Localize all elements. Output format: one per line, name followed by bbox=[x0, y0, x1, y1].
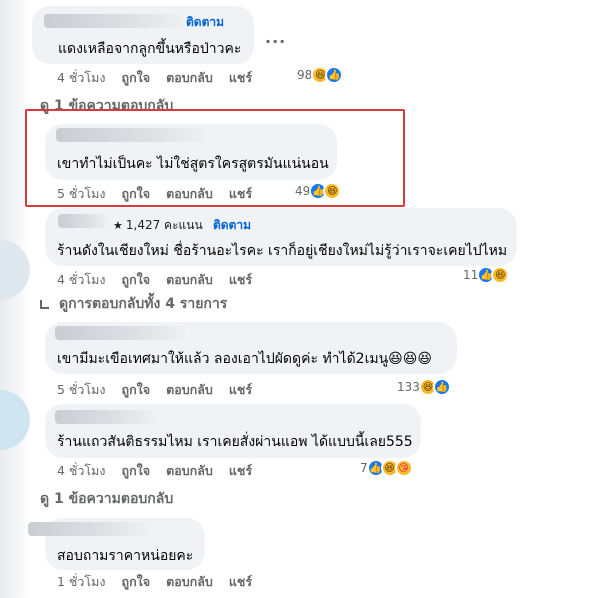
like-button[interactable]: ถูกใจ bbox=[122, 68, 151, 88]
reply-button[interactable]: ตอบกลับ bbox=[166, 380, 213, 400]
care-icon: 😘 bbox=[394, 459, 413, 477]
reaction-count: 133 bbox=[397, 380, 420, 394]
reply-button[interactable]: ตอบกลับ bbox=[166, 270, 213, 290]
author-name-blurred[interactable] bbox=[58, 214, 108, 228]
share-button[interactable]: แชร์ bbox=[229, 572, 252, 592]
comment-time[interactable]: 4 ชั่วโมง bbox=[57, 461, 106, 481]
reactions-summary[interactable]: 7 👍 😆 😘 bbox=[360, 459, 413, 477]
comment-text: เขามีมะเขือเทศมาให้แล้ว ลองเอาไปผัดดูค่ะ… bbox=[57, 351, 432, 367]
more-options-icon[interactable]: ... bbox=[265, 28, 286, 47]
follow-button[interactable]: ติดตาม bbox=[213, 216, 251, 235]
like-button[interactable]: ถูกใจ bbox=[122, 270, 151, 290]
reply-button[interactable]: ตอบกลับ bbox=[166, 461, 213, 481]
reactions-summary[interactable]: 133 😆 👍 bbox=[397, 378, 451, 396]
view-replies-label: ดู 1 ข้อความตอบกลับ bbox=[40, 491, 174, 507]
reaction-count: 98 bbox=[297, 68, 313, 82]
star-icon: ★ bbox=[113, 219, 123, 232]
view-replies-link[interactable]: ดู 1 ข้อความตอบกลับ bbox=[40, 488, 173, 510]
like-button[interactable]: ถูกใจ bbox=[122, 380, 151, 400]
reply-arrow-icon bbox=[40, 299, 49, 309]
like-icon: 👍 bbox=[325, 66, 344, 84]
share-button[interactable]: แชร์ bbox=[229, 461, 252, 481]
like-button[interactable]: ถูกใจ bbox=[122, 572, 151, 592]
reply-button[interactable]: ตอบกลับ bbox=[166, 572, 213, 592]
comment-text: สอบถามราคาหน่อยคะ bbox=[57, 548, 194, 564]
comment-time[interactable]: 4 ชั่วโมง bbox=[57, 68, 106, 88]
comment-time[interactable]: 1 ชั่วโมง bbox=[57, 572, 106, 592]
reply-button[interactable]: ตอบกลับ bbox=[166, 68, 213, 88]
reactions-summary[interactable]: 98 😆 👍 bbox=[297, 66, 344, 84]
blur-spot bbox=[0, 390, 30, 450]
comment-text: ร้านแถวสันติธรรมไหม เราเคยสั่งผ่านแอพ ได… bbox=[57, 434, 413, 450]
highlight-box bbox=[25, 109, 405, 207]
points-label: 1,427 คะแนน bbox=[125, 218, 203, 232]
reaction-count: 11 bbox=[463, 268, 479, 282]
share-button[interactable]: แชร์ bbox=[229, 380, 252, 400]
follow-button[interactable]: ติดตาม bbox=[186, 13, 224, 32]
like-button[interactable]: ถูกใจ bbox=[122, 461, 151, 481]
comment-text: ร้านดังในเชียงใหม่ ชื่อร้านอะไรคะ เราก็อ… bbox=[57, 243, 508, 259]
view-replies-label: ดูการตอบกลับทั้ง 4 รายการ bbox=[59, 296, 228, 312]
like-icon: 👍 bbox=[432, 378, 451, 396]
view-replies-link[interactable]: ดูการตอบกลับทั้ง 4 รายการ bbox=[40, 293, 227, 315]
author-name-blurred[interactable] bbox=[55, 326, 185, 340]
author-name-blurred[interactable] bbox=[55, 410, 155, 424]
comment-time[interactable]: 5 ชั่วโมง bbox=[57, 380, 106, 400]
author-name-blurred[interactable] bbox=[44, 14, 184, 28]
points-badge: ★ 1,427 คะแนน bbox=[113, 216, 203, 235]
comment-text: แดงเหลือจากลูกขึ้นหรือป่าวคะ bbox=[58, 41, 242, 57]
share-button[interactable]: แชร์ bbox=[229, 270, 252, 290]
blurred-left-panel bbox=[0, 0, 30, 598]
author-name-blurred[interactable] bbox=[28, 522, 148, 536]
blur-spot bbox=[0, 240, 30, 300]
haha-icon: 😆 bbox=[491, 266, 510, 284]
share-button[interactable]: แชร์ bbox=[229, 68, 252, 88]
reactions-summary[interactable]: 11 👍 😆 bbox=[463, 266, 510, 284]
comment-time[interactable]: 4 ชั่วโมง bbox=[57, 270, 106, 290]
